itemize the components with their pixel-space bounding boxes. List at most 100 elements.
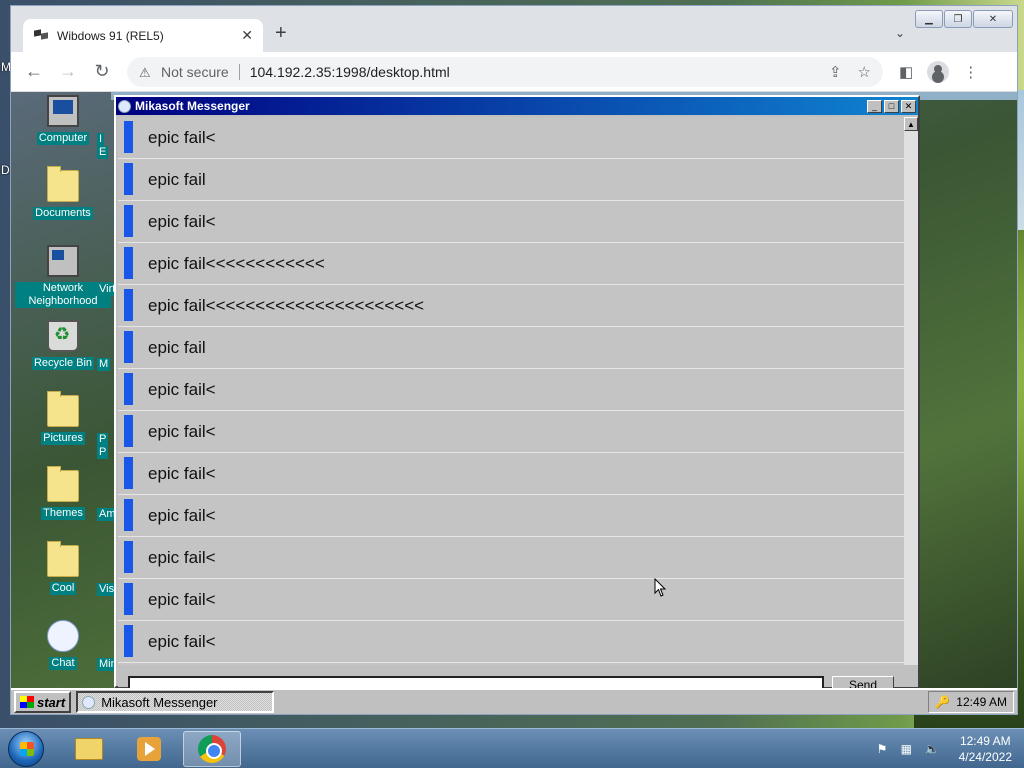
start-orb[interactable] (8, 731, 44, 767)
taskbar-pin-chrome[interactable] (183, 731, 241, 767)
menu-kebab-icon[interactable]: ⋮ (963, 63, 978, 81)
message-sender-bar (124, 289, 133, 321)
messenger-maximize-button[interactable]: □ (884, 99, 899, 113)
browser-tab[interactable]: Wibdows 91 (REL5) ✕ (23, 19, 263, 52)
chat-message: epic fail<<<<<<<<<<<< (118, 243, 904, 285)
message-text: epic fail< (148, 631, 216, 651)
desktop-icon-documents[interactable]: Documents (15, 166, 111, 242)
chat-message: epic fail (118, 327, 904, 369)
taskbar-pin-media-player[interactable] (120, 731, 178, 767)
close-button[interactable]: ✕ (973, 10, 1013, 28)
toolbar-right: ◧ ⋮ (899, 60, 978, 83)
desktop-icon-cool[interactable]: Cool (15, 541, 111, 617)
message-compose-row: Send (118, 667, 918, 690)
desktop-icon-label-partial[interactable]: P (97, 446, 109, 459)
desktop-icon-label: Themes (41, 507, 85, 520)
desktop-icon-label-partial[interactable]: I (97, 133, 105, 146)
reload-icon[interactable]: ↻ (85, 61, 119, 82)
omnibox-separator (238, 63, 240, 80)
back-arrow-icon[interactable]: ← (17, 61, 51, 82)
warning-triangle-icon[interactable]: ⚠ (139, 65, 153, 80)
message-text: epic fail< (148, 589, 216, 609)
tab-search-chevron-icon[interactable]: ⌄ (895, 26, 905, 40)
windows7-system-tray: ⚑ ▦ 🔈 12:49 AM 4/24/2022 (877, 729, 1012, 768)
message-sender-bar (124, 247, 133, 279)
folder-icon (47, 391, 79, 427)
chat-message: epic fail< (118, 201, 904, 243)
desktop-icon-label: Chat (49, 657, 77, 670)
message-text: epic fail (148, 337, 206, 357)
action-center-flag-icon[interactable]: ⚑ (877, 742, 893, 756)
start-label: start (37, 694, 66, 710)
new-tab-icon[interactable]: + (275, 22, 287, 45)
w91-logo-icon (20, 696, 34, 708)
messenger-titlebar[interactable]: Mikasoft Messenger _ □ ✕ (116, 97, 918, 115)
folder-icon (47, 541, 79, 577)
taskbar-pin-explorer[interactable] (60, 731, 118, 767)
volume-icon[interactable]: 🔈 (925, 742, 941, 756)
message-sender-bar (124, 163, 133, 195)
chat-bubble-icon (47, 620, 79, 652)
computer-icon (47, 95, 79, 127)
message-sender-bar (124, 583, 133, 615)
system-clock[interactable]: 12:49 AM 4/24/2022 (959, 733, 1012, 765)
side-panel-icon[interactable]: ◧ (899, 63, 913, 81)
share-icon[interactable]: ⇪ (829, 63, 842, 81)
messenger-window: Mikasoft Messenger _ □ ✕ epic fail< epic … (114, 95, 920, 690)
messenger-close-button[interactable]: ✕ (901, 99, 916, 113)
url-text[interactable]: 104.192.2.35:1998/desktop.html (250, 64, 813, 80)
security-status[interactable]: Not secure (161, 64, 229, 80)
tab-title: Wibdows 91 (REL5) (57, 28, 164, 43)
chat-message: epic fail< (118, 621, 904, 663)
chat-message: epic fail (118, 159, 904, 201)
address-bar[interactable]: ⚠ Not secure 104.192.2.35:1998/desktop.h… (127, 56, 883, 87)
chat-message-list[interactable]: epic fail< epic fail epic fail< epic fail<<… (118, 117, 904, 665)
chat-message: epic fail< (118, 369, 904, 411)
desktop-icon-chat[interactable]: Chat (15, 617, 111, 692)
profile-avatar-icon[interactable] (927, 60, 950, 83)
desktop-icon-network[interactable]: Network Neighborhood (15, 242, 111, 317)
desktop-icon-recycle-bin[interactable]: Recycle Bin (15, 317, 111, 392)
desktop-icon-label: Recycle Bin (31, 357, 95, 370)
chat-message: epic fail< (118, 495, 904, 537)
desktop-icon-label-partial[interactable]: P (97, 433, 109, 446)
chrome-window: Wibdows 91 (REL5) ✕ + ⌄ ▁ ❐ ✕ ← → ↻ ⚠ No… (10, 5, 1018, 715)
chat-message: epic fail< (118, 537, 904, 579)
desktop-icon-label-partial[interactable]: E (97, 146, 109, 159)
recycle-bin-icon (47, 320, 79, 352)
messenger-bubble-icon (82, 695, 96, 709)
message-sender-bar (124, 205, 133, 237)
windows7-taskbar: ⚑ ▦ 🔈 12:49 AM 4/24/2022 (0, 728, 1024, 768)
folder-icon (47, 166, 79, 202)
desktop-icon-label-partial[interactable]: M (97, 358, 111, 371)
message-text: epic fail< (148, 463, 216, 483)
chat-scrollbar[interactable]: ▲ (904, 117, 918, 665)
network-icon (47, 245, 79, 277)
chrome-icon (198, 735, 226, 763)
tab-close-icon[interactable]: ✕ (241, 27, 253, 44)
message-sender-bar (124, 121, 133, 153)
browser-toolbar: ← → ↻ ⚠ Not secure 104.192.2.35:1998/des… (11, 52, 1017, 92)
message-text: epic fail< (148, 547, 216, 567)
desktop-icon-label-partial[interactable]: D (1, 163, 10, 177)
desktop-icon-label: Computer (36, 132, 90, 145)
desktop-icon-themes[interactable]: Themes (15, 466, 111, 542)
taskbar-item-messenger[interactable]: Mikasoft Messenger (76, 691, 275, 713)
clock-date: 4/24/2022 (958, 750, 1012, 764)
messenger-bubble-icon (118, 99, 131, 113)
file-explorer-icon (75, 738, 103, 760)
w91-clock[interactable]: 12:49 AM (956, 695, 1007, 709)
restore-button[interactable]: ❐ (944, 10, 972, 28)
forward-arrow-icon[interactable]: → (51, 61, 85, 82)
key-icon[interactable]: 🔑 (935, 695, 950, 709)
message-sender-bar (124, 625, 133, 657)
desktop-icon-label: Cool (49, 582, 77, 595)
message-text: epic fail< (148, 421, 216, 441)
scroll-up-arrow-icon[interactable]: ▲ (904, 117, 918, 131)
start-button[interactable]: start (14, 691, 72, 713)
minimize-button[interactable]: ▁ (915, 10, 943, 28)
bookmark-star-icon[interactable]: ☆ (858, 63, 871, 81)
messenger-minimize-button[interactable]: _ (867, 99, 882, 113)
network-icon[interactable]: ▦ (901, 742, 917, 756)
chat-message: epic fail< (118, 453, 904, 495)
